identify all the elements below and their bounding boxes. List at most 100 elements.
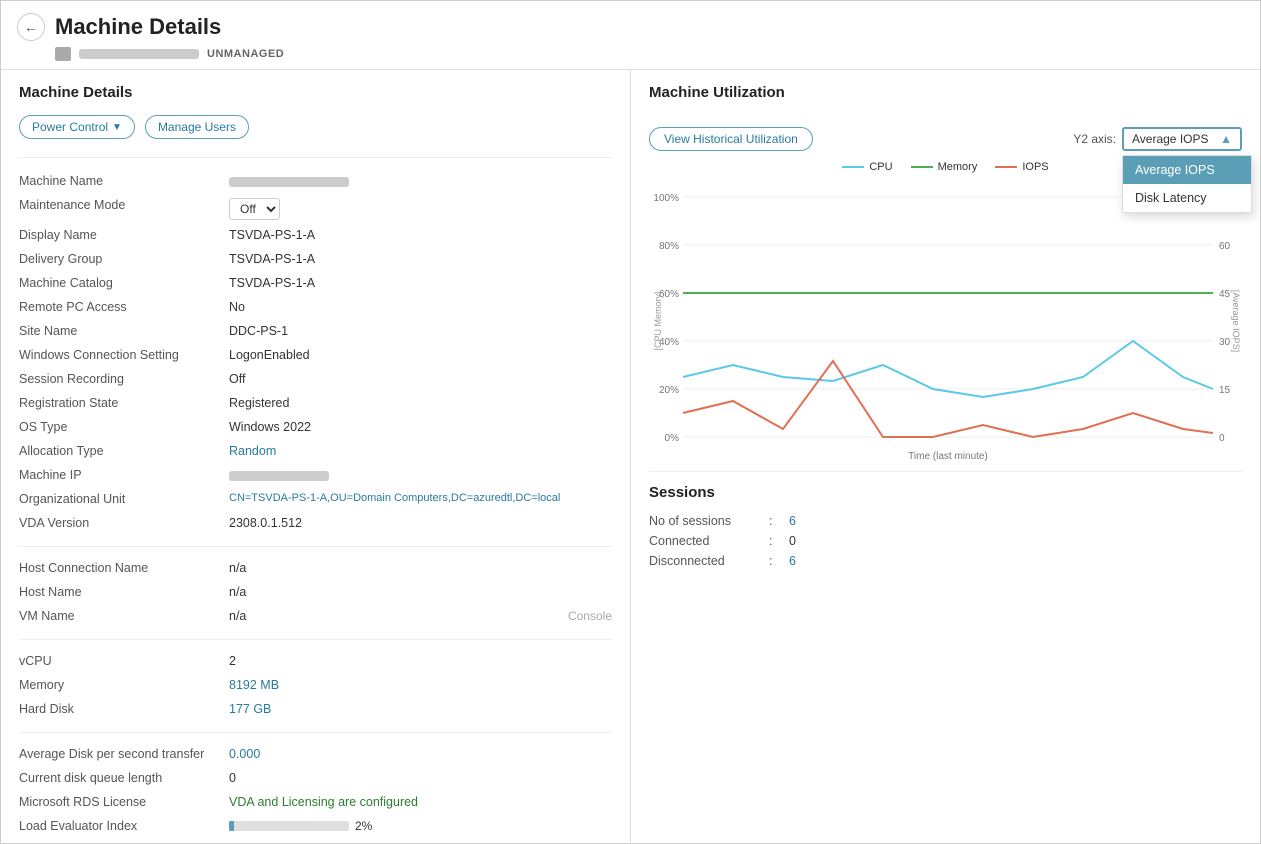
registration-value: Registered (229, 396, 612, 410)
legend-memory: Memory (911, 161, 978, 173)
machine-catalog-value: TSVDA-PS-1-A (229, 276, 612, 290)
left-panel: Machine Details Power Control ▼ Manage U… (1, 70, 631, 843)
load-eval-label: Load Evaluator Index (19, 819, 229, 833)
vcpu-value: 2 (229, 654, 612, 668)
host-name-value: n/a (229, 585, 612, 599)
console-link[interactable]: Console (568, 609, 612, 623)
site-name-row: Site Name DDC-PS-1 (19, 320, 612, 344)
org-unit-row: Organizational Unit CN=TSVDA-PS-1-A,OU=D… (19, 488, 612, 512)
site-name-label: Site Name (19, 324, 229, 338)
rds-license-value: VDA and Licensing are configured (229, 795, 612, 809)
vda-version-value: 2308.0.1.512 (229, 516, 612, 530)
machine-name-label: Machine Name (19, 174, 229, 188)
machine-ip-value-blurred (229, 471, 329, 481)
power-control-button[interactable]: Power Control ▼ (19, 115, 135, 139)
utilization-title: Machine Utilization (649, 84, 785, 101)
back-button[interactable]: ← (17, 13, 45, 41)
host-conn-label: Host Connection Name (19, 561, 229, 575)
org-unit-value[interactable]: CN=TSVDA-PS-1-A,OU=Domain Computers,DC=a… (229, 492, 612, 504)
disk-queue-value: 0 (229, 771, 612, 785)
memory-legend-line (911, 166, 933, 168)
svg-text:[Average IOPS]: [Average IOPS] (1231, 290, 1241, 352)
y2-axis-label: Y2 axis: (1073, 132, 1116, 146)
allocation-label: Allocation Type (19, 444, 229, 458)
disk-queue-row: Current disk queue length 0 (19, 767, 612, 791)
sessions-disconnected-label: Disconnected (649, 554, 769, 568)
vm-name-value: n/a (229, 609, 560, 623)
load-eval-row: Load Evaluator Index 2% (19, 815, 612, 839)
os-type-row: OS Type Windows 2022 (19, 416, 612, 440)
display-name-row: Display Name TSVDA-PS-1-A (19, 224, 612, 248)
load-bar (229, 821, 349, 831)
memory-value: 8192 MB (229, 678, 612, 692)
action-buttons: Power Control ▼ Manage Users (19, 115, 612, 139)
utilization-title-group: Machine Utilization (649, 84, 785, 115)
svg-text:Time (last minute): Time (last minute) (908, 451, 988, 462)
manage-users-button[interactable]: Manage Users (145, 115, 249, 139)
maintenance-mode-select[interactable]: Off On (229, 198, 280, 220)
legend-cpu: CPU (842, 161, 892, 173)
session-recording-value: Off (229, 372, 612, 386)
machine-ip-row: Machine IP (19, 464, 612, 488)
cpu-legend-label: CPU (869, 161, 892, 173)
svg-text:20%: 20% (658, 385, 678, 396)
sessions-total-value[interactable]: 6 (789, 514, 796, 528)
y2-dropdown-arrow: ▲ (1220, 132, 1232, 146)
machine-name-row: Machine Name (19, 170, 612, 194)
delivery-group-label: Delivery Group (19, 252, 229, 266)
session-row-total: No of sessions : 6 (649, 511, 1242, 531)
app-container: ← Machine Details UNMANAGED Machine Deta… (0, 0, 1261, 844)
utilization-header: Machine Utilization (649, 84, 1242, 115)
sessions-section: Sessions No of sessions : 6 Connected : … (649, 471, 1242, 571)
y2-selected-value: Average IOPS (1132, 132, 1209, 146)
remote-pc-value: No (229, 300, 612, 314)
memory-legend-label: Memory (938, 161, 978, 173)
machine-ip-label: Machine IP (19, 468, 229, 482)
sessions-disconnected-value[interactable]: 6 (789, 554, 796, 568)
svg-text:100%: 100% (653, 193, 679, 204)
machine-icon (55, 47, 71, 61)
divider-2 (19, 639, 612, 640)
y2-select-button[interactable]: Average IOPS ▲ (1122, 127, 1242, 151)
host-conn-row: Host Connection Name n/a (19, 557, 612, 581)
hard-disk-label: Hard Disk (19, 702, 229, 716)
allocation-value[interactable]: Random (229, 444, 612, 458)
vm-name-row: VM Name n/a Console (19, 605, 612, 629)
vm-name-label: VM Name (19, 609, 229, 623)
view-historical-button[interactable]: View Historical Utilization (649, 127, 813, 151)
y2-option-disk-latency[interactable]: Disk Latency (1123, 184, 1251, 212)
remote-pc-label: Remote PC Access (19, 300, 229, 314)
main-content: Machine Details Power Control ▼ Manage U… (1, 70, 1260, 843)
machine-catalog-label: Machine Catalog (19, 276, 229, 290)
sessions-title: Sessions (649, 484, 1242, 501)
y2-wrapper: Average IOPS ▲ Average IOPS Disk Latency (1122, 127, 1242, 151)
vcpu-label: vCPU (19, 654, 229, 668)
host-conn-value: n/a (229, 561, 612, 575)
y2-option-avg-iops[interactable]: Average IOPS (1123, 156, 1251, 184)
avg-disk-row: Average Disk per second transfer 0.000 (19, 743, 612, 767)
load-percent: 2% (355, 819, 372, 833)
windows-conn-value: LogonEnabled (229, 348, 612, 362)
legend-iops: IOPS (995, 161, 1048, 173)
divider-3 (19, 732, 612, 733)
header: ← Machine Details UNMANAGED (1, 1, 1260, 70)
sessions-disconnected-colon: : (769, 554, 789, 568)
disk-queue-label: Current disk queue length (19, 771, 229, 785)
delivery-group-row: Delivery Group TSVDA-PS-1-A (19, 248, 612, 272)
machine-subtitle: UNMANAGED (55, 47, 1244, 61)
windows-conn-label: Windows Connection Setting (19, 348, 229, 362)
allocation-row: Allocation Type Random (19, 440, 612, 464)
hard-disk-value: 177 GB (229, 702, 612, 716)
site-name-value: DDC-PS-1 (229, 324, 612, 338)
y2-axis-control: Y2 axis: Average IOPS ▲ Average IOPS Dis… (1073, 127, 1242, 151)
sessions-total-colon: : (769, 514, 789, 528)
machine-fields: Machine Name Maintenance Mode Off On Dis… (19, 157, 612, 839)
y2-dropdown: Average IOPS Disk Latency (1122, 155, 1252, 213)
delivery-group-value: TSVDA-PS-1-A (229, 252, 612, 266)
machine-name-value-blurred (229, 177, 349, 187)
session-recording-row: Session Recording Off (19, 368, 612, 392)
host-name-label: Host Name (19, 585, 229, 599)
registration-label: Registration State (19, 396, 229, 410)
svg-text:30: 30 (1219, 337, 1231, 348)
iops-legend-label: IOPS (1022, 161, 1048, 173)
